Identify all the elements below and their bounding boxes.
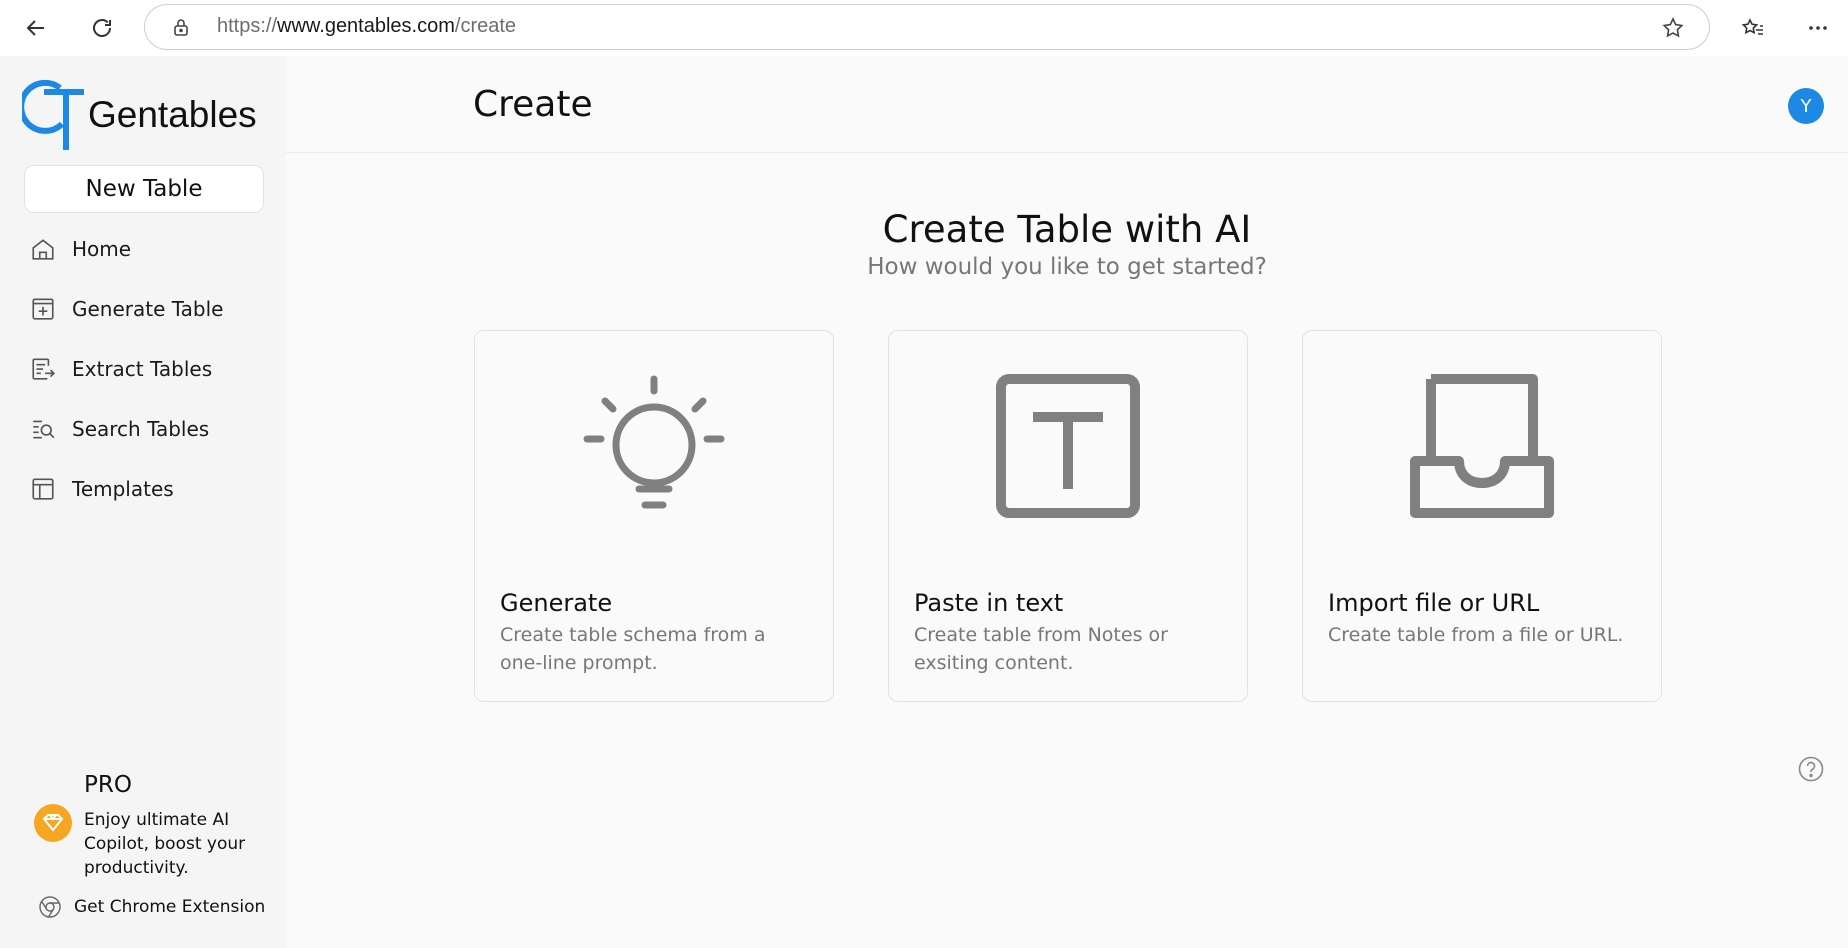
hero-subtitle: How would you like to get started? <box>867 254 1267 280</box>
hero-title: Create Table with AI <box>882 208 1252 251</box>
gt-logo-icon <box>22 79 84 150</box>
extract-icon <box>30 355 66 383</box>
page-title: Create <box>473 84 593 125</box>
card-title: Generate <box>500 589 613 617</box>
import-file-card[interactable]: Import file or URL Create table from a f… <box>1302 330 1662 702</box>
sidebar-item-label: Generate Table <box>72 297 224 321</box>
pro-upgrade-banner[interactable]: PRO Enjoy ultimate AI Copilot, boost you… <box>34 772 280 882</box>
page-header: Create Y <box>286 56 1848 153</box>
chrome-extension-link[interactable]: Get Chrome Extension <box>38 892 265 922</box>
sidebar-item-label: Home <box>72 237 132 261</box>
card-description: Create table schema from a one-line prom… <box>500 624 766 674</box>
plus-square-icon <box>30 295 66 323</box>
card-description: Create table from a file or URL. <box>1328 624 1624 646</box>
more-menu-button[interactable] <box>1798 8 1838 48</box>
card-description: Create table from Notes or exsiting cont… <box>914 624 1168 674</box>
card-title: Paste in text <box>914 589 1064 617</box>
back-arrow-icon <box>26 20 44 36</box>
favorites-list-icon <box>1741 18 1763 35</box>
avatar[interactable]: Y <box>1788 88 1824 124</box>
reload-button[interactable] <box>82 8 122 48</box>
template-icon <box>30 475 66 503</box>
chrome-extension-label: Get Chrome Extension <box>74 897 266 917</box>
lightbulb-icon <box>583 375 725 509</box>
pro-title: PRO <box>84 772 132 798</box>
browser-toolbar: https://www.gentables.com/create <box>0 0 1848 56</box>
paste-text-card[interactable]: Paste in text Create table from Notes or… <box>888 330 1248 702</box>
star-icon[interactable] <box>1661 16 1685 40</box>
text-box-icon <box>996 374 1140 518</box>
pro-description: Enjoy ultimate AI Copilot, boost your pr… <box>84 810 246 878</box>
logo-text: Gentables <box>88 94 257 135</box>
lock-icon <box>174 19 188 36</box>
search-list-icon <box>30 415 66 443</box>
sidebar-item-home[interactable]: Home <box>30 229 270 269</box>
back-button[interactable] <box>16 8 56 48</box>
sidebar-item-label: Search Tables <box>72 417 210 441</box>
sidebar-item-templates[interactable]: Templates <box>30 469 270 509</box>
diamond-icon <box>34 804 72 842</box>
sidebar-item-generate-table[interactable]: Generate Table <box>30 289 270 329</box>
url-text: https://www.gentables.com/create <box>217 15 517 37</box>
inbox-icon <box>1410 374 1554 518</box>
help-icon[interactable] <box>1798 756 1824 782</box>
reload-icon <box>93 19 111 37</box>
ellipsis-icon <box>1809 26 1827 30</box>
chrome-icon <box>39 896 61 918</box>
gentables-logo[interactable]: Gentables <box>22 68 282 150</box>
sidebar-item-search-tables[interactable]: Search Tables <box>30 409 270 449</box>
sidebar-item-label: Extract Tables <box>72 357 213 381</box>
sidebar: Gentables New Table Home Generate Table … <box>0 56 286 948</box>
home-icon <box>30 235 66 263</box>
card-title: Import file or URL <box>1328 589 1540 617</box>
address-bar[interactable]: https://www.gentables.com/create <box>144 4 1710 50</box>
favorites-button[interactable] <box>1733 8 1773 48</box>
sidebar-item-extract-tables[interactable]: Extract Tables <box>30 349 270 389</box>
new-table-button[interactable]: New Table <box>24 165 264 213</box>
generate-card[interactable]: Generate Create table schema from a one-… <box>474 330 834 702</box>
sidebar-item-label: Templates <box>72 477 174 501</box>
main-content: Create Y Create Table with AI How would … <box>286 56 1848 948</box>
